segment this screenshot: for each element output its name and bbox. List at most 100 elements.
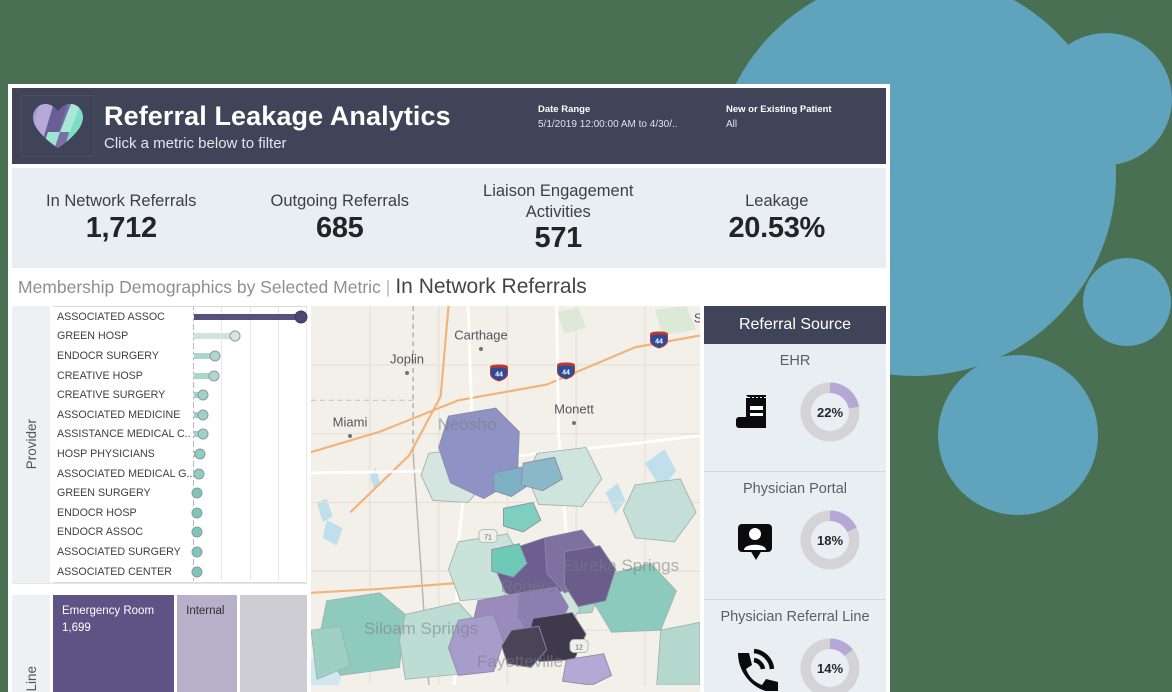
provider-bar-row[interactable]: ASSISTANCE MEDICAL C.. bbox=[53, 424, 307, 445]
provider-name: CREATIVE HOSP bbox=[57, 369, 143, 382]
logo-container bbox=[12, 88, 104, 164]
provider-axis-label-text: Provider bbox=[23, 419, 39, 470]
provider-bar-row[interactable]: HOSP PHYSICIANS bbox=[53, 444, 307, 464]
provider-bar-row[interactable]: CREATIVE HOSP bbox=[53, 365, 307, 386]
gridlines bbox=[194, 522, 307, 543]
provider-name: ENDOCR HOSP bbox=[57, 506, 137, 519]
heart-logo bbox=[21, 95, 95, 157]
map-city-dot bbox=[405, 371, 409, 375]
filter-patient-type-value: All bbox=[726, 119, 738, 130]
map-city-label: Joplin bbox=[390, 351, 424, 367]
provider-value-dot bbox=[191, 566, 203, 578]
map-city-label: Miami bbox=[332, 414, 368, 430]
gridlines bbox=[194, 483, 307, 503]
referral-source-item-ehr[interactable]: EHR 22% bbox=[704, 344, 886, 472]
treemap-cell[interactable] bbox=[239, 595, 307, 692]
provider-value-dot bbox=[191, 507, 203, 519]
provider-value-dot bbox=[197, 409, 209, 421]
decorative-circle-medium bbox=[938, 355, 1098, 515]
provider-value-dot bbox=[197, 428, 209, 440]
map-region-label: Rogers bbox=[500, 577, 556, 596]
provider-bar-row[interactable]: ENDOCR SURGERY bbox=[53, 346, 307, 366]
gridlines bbox=[194, 424, 307, 445]
provider-bar-track bbox=[193, 326, 307, 347]
gridlines bbox=[194, 463, 307, 484]
provider-name: ASSISTANCE MEDICAL C.. bbox=[57, 428, 191, 441]
provider-name: ASSOCIATED MEDICINE bbox=[57, 408, 181, 421]
provider-name: GREEN SURGERY bbox=[57, 487, 151, 500]
map-city-dot bbox=[348, 434, 352, 438]
treemap-cell[interactable]: Emergency Room 1,699 bbox=[53, 595, 175, 692]
provider-name: GREEN HOSP bbox=[57, 330, 129, 343]
referral-source-title: Referral Source bbox=[738, 316, 852, 333]
provider-bar-track bbox=[193, 385, 307, 405]
provider-axis-label: Provider bbox=[12, 306, 50, 583]
kpi-value: 571 bbox=[534, 221, 583, 254]
referral-source-percent: 22% bbox=[816, 404, 844, 420]
gridlines bbox=[194, 404, 307, 425]
provider-bar-row[interactable]: ENDOCR ASSOC bbox=[53, 522, 307, 543]
map-city-dot bbox=[572, 421, 576, 425]
provider-bar-row[interactable]: ENDOCR HOSP bbox=[53, 502, 307, 523]
provider-bar-track bbox=[193, 307, 308, 327]
provider-bar-track bbox=[193, 365, 307, 386]
provider-bar-track bbox=[193, 424, 307, 445]
svg-text:71: 71 bbox=[484, 535, 492, 542]
provider-bar-row[interactable]: ASSOCIATED MEDICINE bbox=[53, 404, 307, 425]
provider-name: ASSOCIATED MEDICAL G.. bbox=[57, 467, 193, 480]
provider-value-dot bbox=[191, 487, 203, 499]
map-region-label: Neosho bbox=[437, 415, 497, 434]
section-title-prefix: Membership Demographics by Selected Metr… bbox=[18, 276, 381, 297]
provider-bar-row[interactable]: GREEN SURGERY bbox=[53, 483, 307, 503]
phone-ringing-icon bbox=[729, 642, 781, 692]
provider-plot-area: ASSOCIATED ASSOC GREEN HOSP ENDOCR SURGERY… bbox=[53, 306, 308, 583]
filter-patient-type[interactable]: New or Existing Patient All bbox=[726, 102, 876, 132]
provider-name: ASSOCIATED CENTER bbox=[57, 565, 173, 578]
provider-bar-track bbox=[193, 444, 307, 464]
kpi-outgoing-referrals[interactable]: Outgoing Referrals 685 bbox=[231, 191, 450, 246]
provider-bar-row[interactable]: ASSOCIATED MEDICAL G.. bbox=[53, 463, 307, 484]
treemap-cells: Emergency Room 1,699 Internal bbox=[53, 595, 307, 692]
referral-source-panel: Referral Source EHR 22% Physician Portal… bbox=[704, 306, 886, 692]
gridlines bbox=[194, 561, 307, 582]
decorative-circle-small bbox=[1040, 33, 1172, 165]
section-title-separator: | bbox=[385, 276, 391, 297]
provider-bar-row[interactable]: ASSOCIATED SURGERY bbox=[53, 542, 307, 562]
kpi-in-network-referrals[interactable]: In Network Referrals 1,712 bbox=[12, 191, 231, 246]
kpi-liaison-engagement-activities[interactable]: Liaison Engagement Activities 571 bbox=[449, 181, 668, 254]
kpi-leakage[interactable]: Leakage 20.53% bbox=[668, 191, 887, 246]
provider-bar-track bbox=[191, 542, 307, 562]
provider-name: HOSP PHYSICIANS bbox=[57, 447, 155, 460]
service-line-treemap: Line Emergency Room 1,699 Internal bbox=[12, 584, 307, 692]
referral-source-percent: 18% bbox=[816, 532, 844, 548]
provider-bar-chart: Provider ASSOCIATED ASSOC GREEN HOSP ENDOC… bbox=[12, 306, 308, 584]
provider-bar-row[interactable]: CREATIVE SURGERY bbox=[53, 385, 307, 405]
provider-name: ASSOCIATED ASSOC bbox=[57, 310, 165, 323]
provider-bar-row[interactable]: ASSOCIATED CENTER bbox=[53, 561, 307, 582]
gridlines bbox=[194, 444, 307, 464]
header-filters: Date Range 5/1/2019 12:00:00 AM to 4/30/… bbox=[538, 88, 886, 164]
provider-bar-track bbox=[193, 463, 307, 484]
svg-text:44: 44 bbox=[495, 372, 503, 379]
referral-source-percent: 14% bbox=[816, 660, 844, 676]
filter-date-range-value: 5/1/2019 12:00:00 AM to 4/30/.. bbox=[538, 119, 678, 130]
referral-source-item-physician-referral-line[interactable]: Physician Referral Line 14% bbox=[704, 600, 886, 692]
referral-source-donut: 14% bbox=[799, 637, 861, 692]
treemap-cell[interactable]: Internal bbox=[177, 595, 237, 692]
provider-name: ENDOCR ASSOC bbox=[57, 526, 144, 539]
provider-value-dot bbox=[209, 350, 221, 362]
provider-bar-row[interactable]: ASSOCIATED ASSOC bbox=[53, 307, 308, 327]
section-title-row: Membership Demographics by Selected Metr… bbox=[12, 268, 886, 306]
filter-date-range[interactable]: Date Range 5/1/2019 12:00:00 AM to 4/30/… bbox=[538, 102, 716, 132]
decorative-circle-tiny bbox=[1083, 258, 1171, 346]
referral-source-item-physician-portal[interactable]: Physician Portal 18% bbox=[704, 472, 886, 600]
map-city-label: Monett bbox=[554, 401, 594, 417]
provider-value-dot bbox=[191, 526, 203, 538]
dashboard-card: Referral Leakage Analytics Click a metri… bbox=[8, 84, 890, 692]
provider-bar-row[interactable]: GREEN HOSP bbox=[53, 326, 307, 347]
heart-logo-icon bbox=[33, 104, 83, 148]
provider-bar-track bbox=[191, 561, 307, 582]
map-region-label: Fayetteville bbox=[477, 652, 563, 671]
provider-value-dot bbox=[193, 468, 205, 480]
map-panel[interactable]: Neosho Rogers Fayetteville Siloam Springs Eu… bbox=[311, 306, 700, 692]
